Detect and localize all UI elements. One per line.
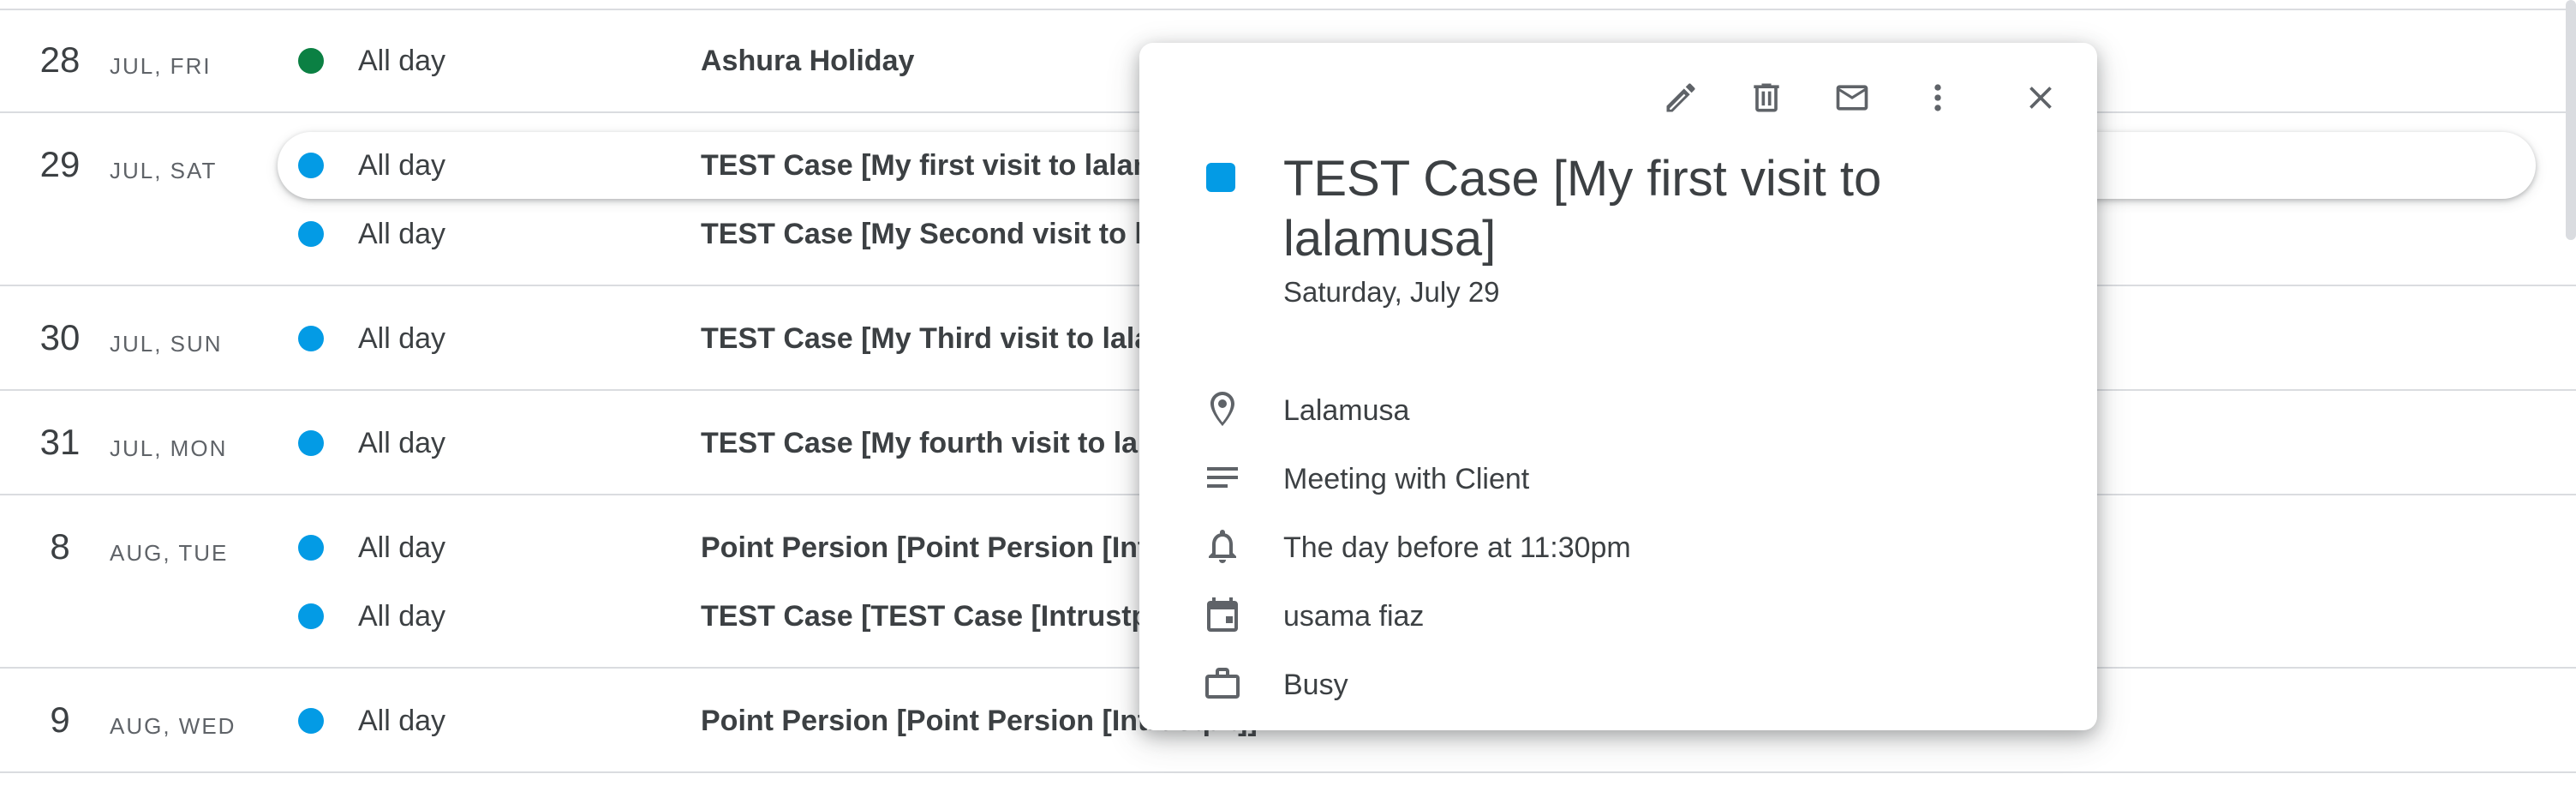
event-title-heading: TEST Case [My first visit to lalamusa] bbox=[1283, 151, 1882, 267]
edit-event-button[interactable] bbox=[1653, 70, 1708, 125]
email-guests-button[interactable] bbox=[1825, 70, 1880, 125]
event-description: Meeting with Client bbox=[1283, 463, 1530, 495]
event-calendar-owner: usama fiaz bbox=[1283, 600, 1425, 633]
event-time: All day bbox=[358, 427, 446, 459]
vertical-scrollbar[interactable] bbox=[2566, 0, 2576, 240]
event-time: All day bbox=[358, 218, 446, 250]
location-pin-icon bbox=[1201, 387, 1244, 430]
trash-icon bbox=[1754, 83, 1779, 112]
event-color-dot bbox=[298, 48, 324, 74]
close-icon bbox=[2029, 87, 2052, 109]
delete-event-button[interactable] bbox=[1739, 70, 1794, 125]
event-location[interactable]: Lalamusa bbox=[1283, 394, 1409, 428]
more-vert-icon bbox=[1934, 84, 1941, 111]
event-color-dot bbox=[298, 535, 324, 561]
day-label: JUL, SUN bbox=[110, 331, 223, 357]
event-color-dot bbox=[298, 221, 324, 247]
day-label: JUL, FRI bbox=[110, 53, 212, 79]
event-color-dot bbox=[298, 326, 324, 351]
event-availability: Busy bbox=[1283, 669, 1348, 701]
event-color-dot bbox=[298, 153, 324, 178]
day-label: JUL, MON bbox=[110, 435, 228, 461]
day-number[interactable]: 8 bbox=[36, 526, 84, 567]
event-time: All day bbox=[358, 322, 446, 355]
event-time: All day bbox=[358, 149, 446, 182]
day-label: AUG, WED bbox=[110, 713, 236, 739]
event-reminder: The day before at 11:30pm bbox=[1283, 531, 1631, 564]
event-date: Saturday, July 29 bbox=[1283, 276, 1500, 308]
event-title: TEST Case [TEST Case [Intrustpit]] bbox=[701, 600, 1186, 633]
day-label: JUL, SAT bbox=[110, 158, 218, 183]
event-color-dot bbox=[298, 430, 324, 456]
close-popup-button[interactable] bbox=[2013, 70, 2068, 125]
event-time: All day bbox=[358, 531, 446, 564]
day-number[interactable]: 9 bbox=[36, 699, 84, 741]
day-number[interactable]: 30 bbox=[36, 317, 84, 358]
day-label: AUG, TUE bbox=[110, 540, 229, 566]
event-time: All day bbox=[358, 45, 446, 77]
calendar-icon bbox=[1201, 593, 1244, 636]
briefcase-icon bbox=[1201, 662, 1244, 705]
description-icon bbox=[1201, 456, 1244, 499]
event-time: All day bbox=[358, 705, 446, 737]
event-title: Ashura Holiday bbox=[701, 45, 915, 77]
day-number[interactable]: 29 bbox=[36, 144, 84, 185]
bell-icon bbox=[1201, 525, 1244, 567]
event-time: All day bbox=[358, 600, 446, 633]
event-color-dot bbox=[298, 603, 324, 629]
day-number[interactable]: 31 bbox=[36, 422, 84, 463]
day-number[interactable]: 28 bbox=[36, 39, 84, 81]
mail-icon bbox=[1836, 85, 1868, 111]
event-color-dot bbox=[298, 708, 324, 734]
row-divider bbox=[0, 771, 2576, 773]
pencil-icon bbox=[1666, 83, 1695, 112]
event-detail-popup: TEST Case [My first visit to lalamusa] S… bbox=[1139, 43, 2097, 730]
event-color-chip bbox=[1206, 163, 1235, 192]
more-options-button[interactable] bbox=[1910, 70, 1965, 125]
